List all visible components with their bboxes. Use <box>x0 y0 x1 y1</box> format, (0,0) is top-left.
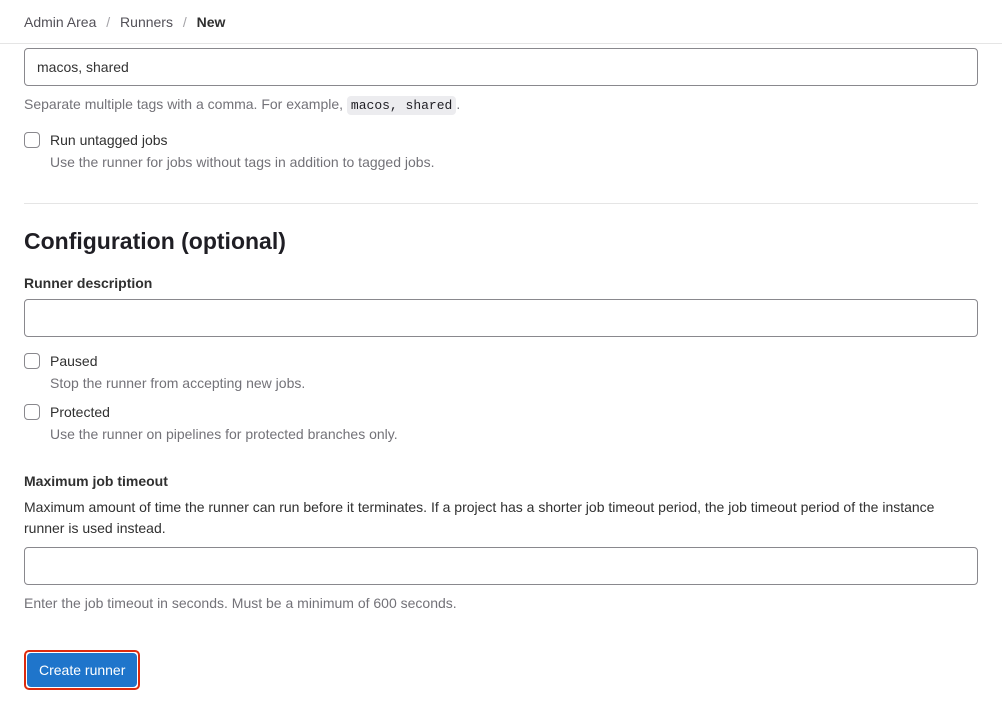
section-divider <box>24 203 978 204</box>
tags-example-code: macos, shared <box>347 96 456 115</box>
protected-checkbox[interactable] <box>24 404 40 420</box>
max-timeout-desc: Maximum amount of time the runner can ru… <box>24 497 978 539</box>
protected-desc: Use the runner on pipelines for protecte… <box>50 424 398 445</box>
max-timeout-help: Enter the job timeout in seconds. Must b… <box>24 593 978 614</box>
protected-label: Protected <box>50 402 398 422</box>
run-untagged-label: Run untagged jobs <box>50 130 434 150</box>
runner-description-label: Runner description <box>24 275 978 291</box>
configuration-heading: Configuration (optional) <box>24 228 978 255</box>
create-runner-highlight: Create runner <box>24 650 140 690</box>
breadcrumb-separator: / <box>183 14 187 30</box>
breadcrumb-runners[interactable]: Runners <box>120 14 173 30</box>
run-untagged-desc: Use the runner for jobs without tags in … <box>50 152 434 173</box>
create-runner-button[interactable]: Create runner <box>27 653 137 687</box>
max-timeout-input[interactable] <box>24 547 978 585</box>
breadcrumb-admin-area[interactable]: Admin Area <box>24 14 96 30</box>
run-untagged-checkbox[interactable] <box>24 132 40 148</box>
paused-desc: Stop the runner from accepting new jobs. <box>50 373 305 394</box>
breadcrumb: Admin Area / Runners / New <box>0 0 1002 44</box>
paused-checkbox[interactable] <box>24 353 40 369</box>
max-timeout-label: Maximum job timeout <box>24 473 978 489</box>
tags-input[interactable] <box>24 48 978 86</box>
paused-label: Paused <box>50 351 305 371</box>
tags-help: Separate multiple tags with a comma. For… <box>24 94 978 116</box>
breadcrumb-separator: / <box>106 14 110 30</box>
runner-description-input[interactable] <box>24 299 978 337</box>
breadcrumb-current: New <box>197 14 226 30</box>
